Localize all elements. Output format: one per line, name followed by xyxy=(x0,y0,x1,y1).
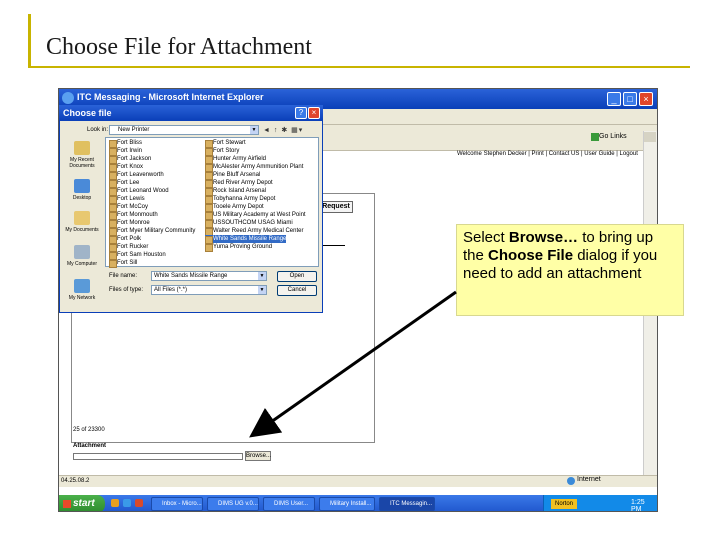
place-recent[interactable]: My Recent Documents xyxy=(61,157,103,169)
place-desktop[interactable]: Desktop xyxy=(61,195,103,201)
lookin-select[interactable]: New Printer xyxy=(109,125,259,135)
filename-label: File name: xyxy=(109,273,138,279)
dialog-close-button[interactable]: × xyxy=(308,107,320,119)
globe-icon xyxy=(567,477,575,485)
page-info: 25 of 23300 xyxy=(73,427,105,433)
file-item[interactable]: Fort Bliss xyxy=(109,139,142,148)
file-item[interactable]: Yuma Proving Ground xyxy=(205,243,272,252)
filetype-select[interactable]: All Files (*.*) xyxy=(151,285,267,295)
desktop-icon[interactable] xyxy=(74,179,90,193)
open-button[interactable]: Open xyxy=(277,271,317,282)
file-item[interactable]: Walter Reed Army Medical Center xyxy=(205,227,303,236)
lookin-label: Look in: xyxy=(87,127,109,133)
file-item[interactable]: US Military Academy at West Point xyxy=(205,211,306,220)
callout-note: Select Browse… to bring up the Choose Fi… xyxy=(456,224,684,316)
quicklaunch-icon[interactable] xyxy=(135,499,143,507)
file-item[interactable]: Fort Monmouth xyxy=(109,211,158,220)
file-item[interactable]: McAlester Army Ammunition Plant xyxy=(205,163,303,172)
file-item[interactable]: White Sands Missile Range xyxy=(205,235,287,244)
file-item[interactable]: Fort Story xyxy=(205,147,239,156)
file-item[interactable]: Fort Myer Military Community xyxy=(109,227,195,236)
go-arrow-icon[interactable] xyxy=(591,133,599,141)
place-documents[interactable]: My Documents xyxy=(61,227,103,233)
windows-flag-icon xyxy=(63,500,71,508)
place-network[interactable]: My Network xyxy=(61,295,103,301)
file-item[interactable]: Fort Polk xyxy=(109,235,141,244)
file-item[interactable]: Fort Sam Houston xyxy=(109,251,166,260)
file-item[interactable]: Tobyhanna Army Depot xyxy=(205,195,275,204)
norton-icon[interactable]: Norton xyxy=(551,499,577,509)
zone-text: Internet xyxy=(577,476,601,483)
chevron-down-icon[interactable]: ▼ xyxy=(250,126,258,134)
slide-accent-bar-bottom xyxy=(28,66,690,68)
file-item[interactable]: Fort Monroe xyxy=(109,219,150,228)
file-item[interactable]: Fort Leavenworth xyxy=(109,171,164,180)
filetype-label: Files of type: xyxy=(109,287,144,293)
network-icon[interactable] xyxy=(74,279,90,293)
quicklaunch-icon[interactable] xyxy=(111,499,119,507)
scroll-up-icon[interactable] xyxy=(644,132,656,142)
file-item[interactable]: Tooele Army Depot xyxy=(205,203,264,212)
task-item[interactable]: Military Install... xyxy=(319,497,375,511)
close-button[interactable]: × xyxy=(639,92,653,106)
file-item[interactable]: Pine Bluff Arsenal xyxy=(205,171,260,180)
ie-icon xyxy=(62,92,74,104)
task-item-active[interactable]: ITC Messagin... xyxy=(379,497,435,511)
callout-bold-choose-file: Choose File xyxy=(488,247,574,264)
my-computer-icon[interactable] xyxy=(74,245,90,259)
welcome-links[interactable]: Welcome Stephen Decker | Print | Contact… xyxy=(457,151,638,157)
file-item[interactable]: Fort Knox xyxy=(109,163,143,172)
slide-title: Choose File for Attachment xyxy=(46,34,312,60)
filename-input[interactable]: White Sands Missile Range xyxy=(151,271,267,281)
cancel-button[interactable]: Cancel xyxy=(277,285,317,296)
file-item[interactable]: Hunter Army Airfield xyxy=(205,155,266,164)
browse-button[interactable]: Browse... xyxy=(245,451,271,461)
task-item[interactable]: DIMS User... xyxy=(263,497,315,511)
recent-documents-icon[interactable] xyxy=(74,141,90,155)
file-item[interactable]: Red River Army Depot xyxy=(205,179,273,188)
file-item[interactable]: USSOUTHCOM USAG Miami xyxy=(205,219,293,228)
callout-bold-browse: Browse… xyxy=(508,229,579,246)
file-item[interactable]: Fort Lee xyxy=(109,179,139,188)
slide-accent-bar-left xyxy=(28,14,31,68)
file-item[interactable]: Fort Irwin xyxy=(109,147,142,156)
dialog-title: Choose file xyxy=(63,108,112,118)
attachment-field[interactable] xyxy=(73,453,243,460)
task-item[interactable]: Inbox - Micro... xyxy=(151,497,203,511)
my-documents-icon[interactable] xyxy=(74,211,90,225)
chevron-down-icon[interactable]: ▼ xyxy=(258,272,266,280)
maximize-button[interactable]: □ xyxy=(623,92,637,106)
file-item[interactable]: Fort Stewart xyxy=(205,139,246,148)
place-computer[interactable]: My Computer xyxy=(61,261,103,267)
request-button[interactable]: Request xyxy=(319,201,353,213)
status-text: 04.25.08.2 xyxy=(61,478,90,484)
task-item[interactable]: DIMS UG v.0... xyxy=(207,497,259,511)
dialog-toolbar-icons[interactable]: ◄ ↑ ✱ ▦▾ xyxy=(263,126,303,134)
attachment-label: Attachment xyxy=(73,443,107,449)
file-item[interactable]: Fort Lewis xyxy=(109,195,145,204)
chevron-down-icon[interactable]: ▼ xyxy=(258,286,266,294)
go-button[interactable]: Go Links xyxy=(599,133,627,140)
file-item[interactable]: Fort Jackson xyxy=(109,155,151,164)
help-button[interactable]: ? xyxy=(295,107,307,119)
file-item[interactable]: Fort Leonard Wood xyxy=(109,187,169,196)
quicklaunch-icon[interactable] xyxy=(123,499,131,507)
file-item[interactable]: Fort McCoy xyxy=(109,203,148,212)
file-item[interactable]: Fort Sill xyxy=(109,259,137,268)
file-item[interactable]: Fort Rucker xyxy=(109,243,148,252)
file-item[interactable]: Rock Island Arsenal xyxy=(205,187,266,196)
clock: 1:25 PM xyxy=(631,499,645,512)
ie-window-title: ITC Messaging - Microsoft Internet Explo… xyxy=(77,92,264,102)
minimize-button[interactable]: _ xyxy=(607,92,621,106)
